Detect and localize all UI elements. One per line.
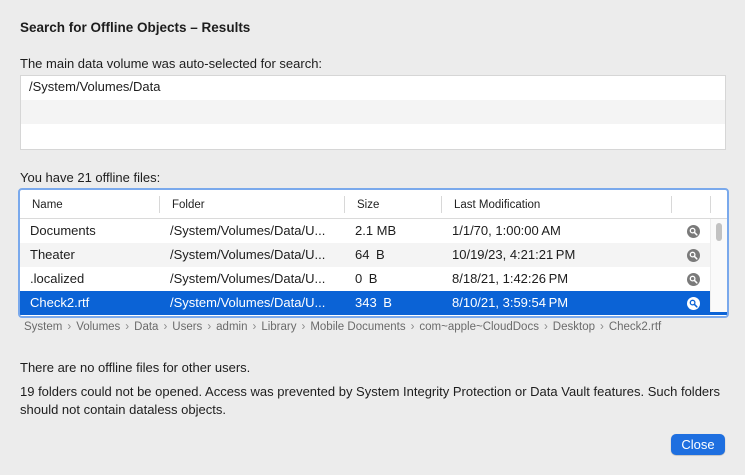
offline-files-table[interactable]: Name Folder Size Last Modification Docum… bbox=[18, 188, 729, 318]
no-other-users-message: There are no offline files for other use… bbox=[20, 360, 251, 375]
chevron-right-icon: › bbox=[125, 321, 130, 333]
offline-objects-dialog: Search for Offline Objects – Results The… bbox=[0, 0, 745, 475]
chevron-right-icon: › bbox=[252, 321, 257, 333]
file-modified: 8/18/21, 1:42:26 PM bbox=[452, 271, 569, 286]
path-component[interactable]: admin bbox=[216, 321, 247, 333]
table-row-selected[interactable]: Check2.rtf /System/Volumes/Data/U... 343… bbox=[20, 291, 727, 315]
files-label: You have 21 offline files: bbox=[20, 170, 161, 185]
column-header-folder[interactable]: Folder bbox=[172, 199, 205, 211]
table-row[interactable]: Theater /System/Volumes/Data/U... 64 B 1… bbox=[20, 243, 727, 267]
file-modified: 8/10/21, 3:59:54 PM bbox=[452, 295, 569, 310]
chevron-right-icon: › bbox=[163, 321, 168, 333]
file-size: 343 B bbox=[355, 295, 392, 310]
path-component[interactable]: Data bbox=[134, 321, 158, 333]
file-folder: /System/Volumes/Data/U... bbox=[170, 223, 326, 238]
file-modified: 10/19/23, 4:21:21 PM bbox=[452, 247, 576, 262]
reveal-magnifier-icon[interactable] bbox=[687, 297, 700, 310]
dialog-title: Search for Offline Objects – Results bbox=[20, 20, 251, 35]
file-name: .localized bbox=[30, 271, 85, 286]
file-folder: /System/Volumes/Data/U... bbox=[170, 295, 326, 310]
column-header-modified[interactable]: Last Modification bbox=[454, 199, 540, 211]
file-name: Documents bbox=[30, 223, 96, 238]
folders-note-message: 19 folders could not be opened. Access w… bbox=[20, 384, 720, 417]
column-header-name[interactable]: Name bbox=[32, 199, 63, 211]
chevron-right-icon: › bbox=[67, 321, 72, 333]
reveal-magnifier-icon[interactable] bbox=[687, 225, 700, 238]
column-divider[interactable] bbox=[441, 196, 442, 213]
chevron-right-icon: › bbox=[301, 321, 306, 333]
vertical-scrollbar[interactable] bbox=[710, 219, 727, 312]
volume-row bbox=[21, 124, 725, 148]
path-component[interactable]: Check2.rtf bbox=[609, 321, 661, 333]
volume-row bbox=[21, 100, 725, 124]
file-folder: /System/Volumes/Data/U... bbox=[170, 247, 326, 262]
chevron-right-icon: › bbox=[207, 321, 212, 333]
file-modified: 1/1/70, 1:00:00 AM bbox=[452, 223, 561, 238]
path-component[interactable]: com~apple~CloudDocs bbox=[419, 321, 539, 333]
column-divider[interactable] bbox=[671, 196, 672, 213]
scrollbar-thumb[interactable] bbox=[716, 223, 722, 241]
file-name: Theater bbox=[30, 247, 75, 262]
path-component[interactable]: Users bbox=[172, 321, 202, 333]
file-size: 2.1 MB bbox=[355, 223, 397, 238]
volume-list[interactable]: /System/Volumes/Data bbox=[20, 75, 726, 150]
chevron-right-icon: › bbox=[599, 321, 604, 333]
column-divider bbox=[710, 196, 711, 213]
path-component[interactable]: Library bbox=[261, 321, 296, 333]
column-header-size[interactable]: Size bbox=[357, 199, 379, 211]
chevron-right-icon: › bbox=[543, 321, 548, 333]
path-component[interactable]: Mobile Documents bbox=[310, 321, 405, 333]
volume-row[interactable]: /System/Volumes/Data bbox=[21, 76, 725, 100]
column-divider[interactable] bbox=[159, 196, 160, 213]
volume-label: The main data volume was auto-selected f… bbox=[20, 56, 323, 71]
file-size: 64 B bbox=[355, 247, 385, 262]
table-header: Name Folder Size Last Modification bbox=[20, 190, 727, 219]
file-name: Check2.rtf bbox=[30, 295, 90, 310]
path-component[interactable]: Volumes bbox=[76, 321, 120, 333]
path-component[interactable]: System bbox=[24, 321, 62, 333]
column-divider[interactable] bbox=[344, 196, 345, 213]
chevron-right-icon: › bbox=[410, 321, 415, 333]
file-size: 0 B bbox=[355, 271, 378, 286]
file-folder: /System/Volumes/Data/U... bbox=[170, 271, 326, 286]
close-button[interactable]: Close bbox=[671, 434, 725, 455]
reveal-magnifier-icon[interactable] bbox=[687, 249, 700, 262]
reveal-magnifier-icon[interactable] bbox=[687, 273, 700, 286]
table-row[interactable]: Documents /System/Volumes/Data/U... 2.1 … bbox=[20, 219, 727, 243]
path-bar: System › Volumes › Data › Users › admin › Library ›… bbox=[24, 321, 661, 333]
path-component[interactable]: Desktop bbox=[553, 321, 595, 333]
table-row[interactable]: .localized /System/Volumes/Data/U... 0 B… bbox=[20, 267, 727, 291]
